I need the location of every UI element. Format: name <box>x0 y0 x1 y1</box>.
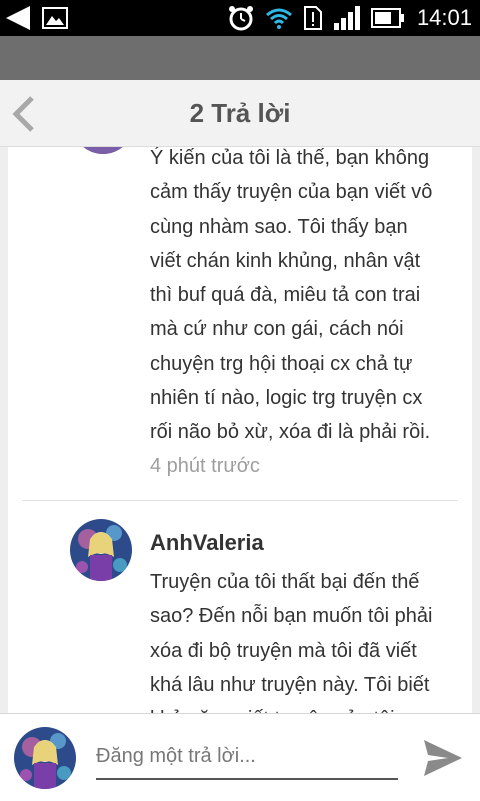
comment-line: nhiên tí nào, logic trg truyện cx <box>150 387 423 410</box>
comment-line: sao? Đến nỗi bạn muốn tôi phải <box>150 605 433 628</box>
back-arrow-icon <box>6 6 30 30</box>
comment-body: Ý kiến của tôi là thế, bạn không cảm thấ… <box>150 147 460 450</box>
reply-bar <box>0 713 480 801</box>
app-bar <box>0 36 480 80</box>
alarm-clock-icon <box>228 6 253 31</box>
comment-line: khá lâu như truyện này. Tôi biết <box>150 673 430 696</box>
comment-line: thì buf quá đà, miêu tả con trai <box>150 284 421 307</box>
battery-icon <box>370 8 404 28</box>
comment-line: xóa đi bộ truyện mà tôi đã viết <box>150 639 417 662</box>
send-icon <box>424 740 462 776</box>
comment-list[interactable]: Ý kiến của tôi là thế, bạn không cảm thấ… <box>8 147 472 713</box>
comment-line: Truyện của tôi thất bại đến thế <box>150 571 420 593</box>
image-icon <box>42 7 68 29</box>
comment-line: cùng nhàm sao. Tôi thấy bạn <box>150 215 408 238</box>
signal-icon <box>333 6 360 30</box>
avatar[interactable] <box>72 147 134 154</box>
comment-author[interactable]: AnhValeria <box>150 530 264 556</box>
comment-timestamp: 4 phút trước <box>150 455 260 477</box>
comment-line: cảm thấy truyện của bạn viết vô <box>150 181 433 204</box>
send-button[interactable] <box>418 734 466 782</box>
comment-line: mà cứ như con gái, cách nói <box>150 318 404 341</box>
avatar[interactable] <box>70 519 132 581</box>
clock-time: 14:01 <box>416 5 472 30</box>
divider <box>22 500 458 501</box>
comment-line: rối não bỏ xừ, xóa đi là phải rồi. <box>150 421 431 444</box>
avatar[interactable] <box>14 727 76 789</box>
comment-line: khả năng viết truyện của tôi <box>150 702 460 713</box>
reply-input[interactable] <box>96 734 398 780</box>
wifi-icon <box>265 8 292 29</box>
header: 2 Trả lời <box>0 80 480 147</box>
sim-alert-icon <box>303 6 322 30</box>
comment-line: chuyện trg hội thoại cx chả tự <box>150 352 413 375</box>
comment-line: Ý kiến của tôi là thế, bạn không <box>150 147 430 169</box>
status-bar: 14:01 <box>0 0 480 36</box>
comment-body: Truyện của tôi thất bại đến thế sao? Đến… <box>150 565 460 713</box>
comment-line: viết chán kinh khủng, nhân vật <box>150 249 421 272</box>
page-title: 2 Trả lời <box>189 98 291 128</box>
